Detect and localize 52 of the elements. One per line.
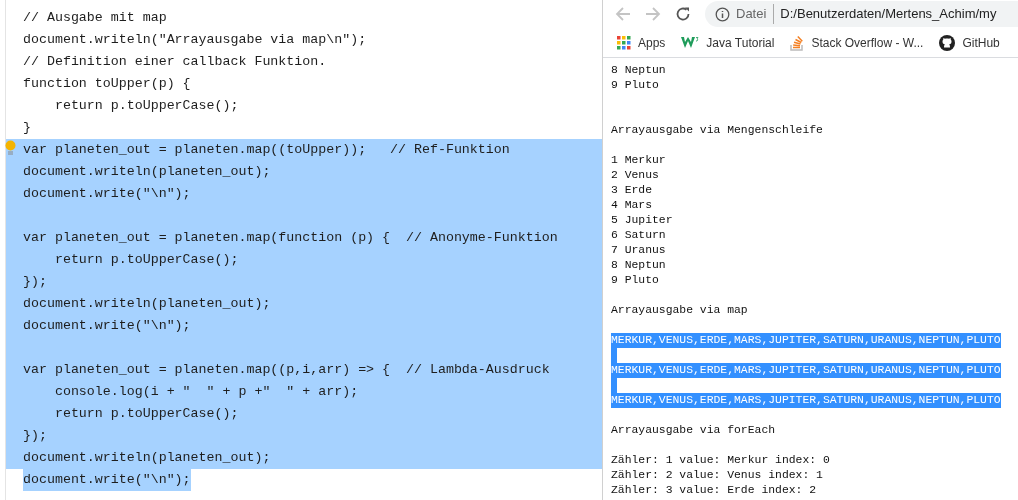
github-icon (939, 34, 956, 51)
output-line: 2 Venus (611, 168, 659, 183)
code-line: document.write("\n"); (23, 185, 191, 203)
code-line: return p.toUpperCase(); (53, 251, 239, 269)
apps-grid-icon (617, 35, 631, 50)
code-line: document.writeln(planeten_out); (23, 295, 271, 313)
back-arrow-icon[interactable] (615, 6, 631, 22)
code-line: // Definition einer callback Funktion. (23, 53, 327, 71)
output-line: Zähler: 3 value: Erde index: 2 (611, 483, 817, 498)
code-line: // Ausgabe mit map (23, 9, 167, 27)
code-line: } (23, 119, 31, 137)
output-line: Arrayausgabe via map (611, 303, 748, 318)
lightbulb-icon[interactable] (5, 140, 16, 156)
address-scheme: Datei (736, 4, 775, 24)
code-line: document.writeln(planeten_out); (23, 449, 271, 467)
code-line: var planeten_out = planeten.map(function (p) { // Anonyme-Funktion (23, 229, 558, 247)
code-line: document.write("\n"); (23, 317, 191, 335)
code-line: var planeten_out = planeten.map((p,i,arr) => { // Lambda-Ausdruck (23, 361, 550, 379)
output-line: 8 Neptun (611, 63, 666, 78)
bookmark-item[interactable]: Java Tutorial (681, 33, 775, 52)
forward-arrow-icon[interactable] (645, 6, 661, 22)
info-icon[interactable] (715, 6, 730, 22)
code-line: return p.toUpperCase(); (53, 97, 239, 115)
code-line: console.log(i + " " + p +" " + arr); (53, 383, 359, 401)
code-line: }); (23, 427, 47, 445)
output-line: 7 Uranus (611, 243, 666, 258)
output-line: 5 Jupiter (611, 213, 673, 228)
output-line: Zähler: 2 value: Venus index: 1 (611, 468, 823, 483)
code-line: return p.toUpperCase(); (53, 405, 239, 423)
bookmark-item[interactable]: Apps (617, 33, 666, 52)
bookmark-item[interactable]: GitHub (939, 33, 1000, 52)
code-line: }); (23, 273, 47, 291)
output-line: Zähler: 1 value: Merkur index: 0 (611, 453, 830, 468)
output-line: 3 Erde (611, 183, 652, 198)
output-line: 6 Saturn (611, 228, 666, 243)
output-line: 4 Mars (611, 198, 652, 213)
code-line: function toUpper(p) { (23, 75, 191, 93)
address-bar[interactable]: Datei D:/Benutzerdaten/Mertens_Achim/my (705, 1, 1018, 27)
code-line: document.writeln(planeten_out); (23, 163, 271, 181)
output-line: 8 Neptun (611, 258, 666, 273)
output-line: Arrayausgabe via Mengenschleife (611, 123, 823, 138)
output-line: 9 Pluto (611, 273, 659, 288)
code-line: document.writeln("Arrayausgabe via map\n"); (23, 31, 367, 49)
address-url: D:/Benutzerdaten/Mertens_Achim/my (780, 5, 997, 24)
output-line: Arrayausgabe via forEach (611, 423, 776, 438)
code-line: var planeten_out = planeten.map((toUpper)); // Ref-Funktion (23, 141, 510, 159)
w3-logo-icon (681, 36, 700, 49)
output-line: 9 Pluto (611, 78, 659, 93)
output-line: 1 Merkur (611, 153, 666, 168)
reload-icon[interactable] (675, 6, 691, 22)
bookmark-item[interactable]: Stack Overflow - W... (790, 33, 924, 52)
stack-icon (790, 34, 805, 51)
